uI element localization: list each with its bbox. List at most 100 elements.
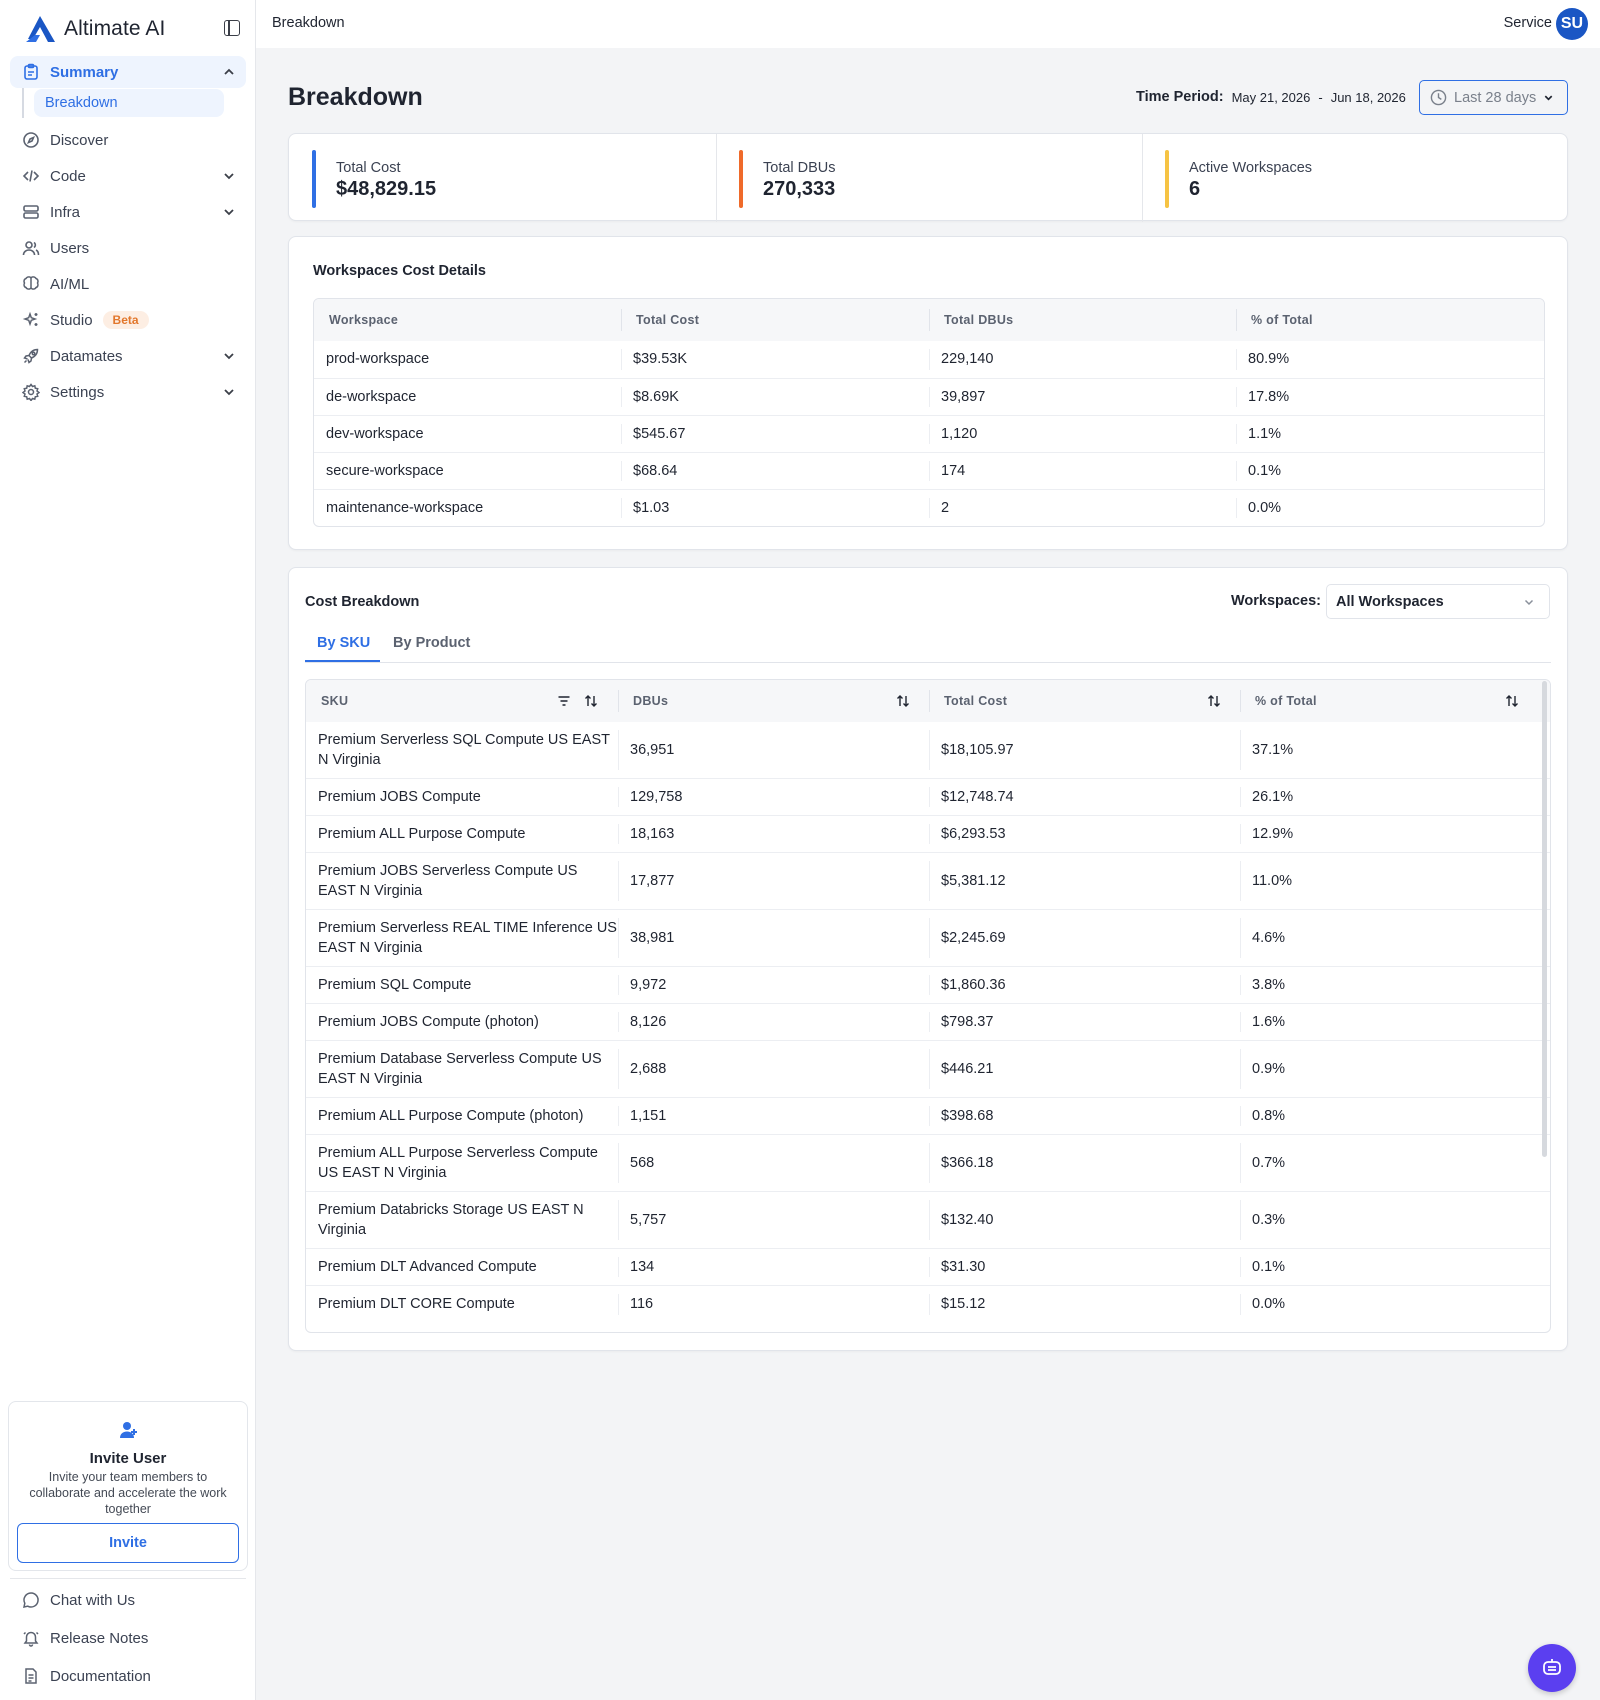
table-header-row: Workspace Total Cost Total DBUs % of Tot… [314, 299, 1544, 341]
table-row[interactable]: Premium Serverless SQL Compute US EAST N… [306, 722, 1550, 779]
sidebar-item-chat[interactable]: Chat with Us [10, 1584, 246, 1616]
sidebar-item-label: Release Notes [50, 1629, 149, 1647]
sku-name-cell: Premium ALL Purpose Compute [306, 815, 618, 853]
kpi-value: 6 [1189, 178, 1201, 200]
total-cost-cell: $2,245.69 [929, 909, 1240, 967]
sort-icon[interactable] [896, 694, 910, 708]
kpi-accent-bar [739, 150, 743, 208]
page-title: Breakdown [288, 83, 423, 111]
sidebar-item-datamates[interactable]: Datamates [10, 340, 246, 372]
table-row[interactable]: Premium JOBS Compute (photon) 8,126 $798.3… [306, 1003, 1550, 1041]
column-header-dbus[interactable]: DBUs [618, 680, 929, 722]
total-cost-cell: $31.30 [929, 1248, 1240, 1286]
workspace-name-cell: secure-workspace [314, 451, 621, 489]
table-scrollbar[interactable] [1542, 681, 1547, 1157]
sku-name-cell: Premium Databricks Storage US EAST N Vir… [306, 1191, 618, 1249]
active-tab-indicator [305, 660, 380, 662]
dbus-cell: 2,688 [618, 1040, 929, 1098]
sku-name-cell: Premium DLT CORE Compute [306, 1285, 618, 1323]
table-row[interactable]: secure-workspace $68.64 174 0.1% [314, 451, 1544, 489]
sidebar-item-infra[interactable]: Infra [10, 196, 246, 228]
percent-cell: 0.0% [1240, 1285, 1550, 1323]
filter-icon[interactable] [557, 694, 571, 708]
sidebar-item-summary[interactable]: Summary [10, 56, 246, 88]
table-row[interactable]: Premium DLT CORE Compute 116 $15.12 0.0% [306, 1285, 1550, 1323]
sidebar-item-discover[interactable]: Discover [10, 124, 246, 156]
table-row[interactable]: Premium DLT Advanced Compute 134 $31.30 0.1… [306, 1248, 1550, 1286]
total-dbus-cell: 1,120 [929, 414, 1236, 452]
sort-icon[interactable] [584, 694, 598, 708]
sidebar-subitem-breakdown[interactable]: Breakdown [34, 89, 224, 117]
table-row[interactable]: Premium JOBS Compute 129,758 $12,748.74 26.… [306, 778, 1550, 816]
table-row[interactable]: de-workspace $8.69K 39,897 17.8% [314, 377, 1544, 415]
sku-name-cell: Premium JOBS Compute [306, 778, 618, 816]
table-row[interactable]: dev-workspace $545.67 1,120 1.1% [314, 414, 1544, 452]
tab-by-product[interactable]: By Product [393, 635, 470, 651]
kpi-divider [716, 134, 717, 222]
column-header-sku[interactable]: SKU [306, 680, 618, 722]
table-row[interactable]: Premium Databricks Storage US EAST N Vir… [306, 1191, 1550, 1249]
gear-icon [22, 383, 40, 401]
sidebar-item-label: Studio [50, 311, 93, 329]
tab-by-sku[interactable]: By SKU [317, 635, 370, 651]
table-row[interactable]: Premium JOBS Serverless Compute US EAST … [306, 852, 1550, 910]
breadcrumb[interactable]: Breakdown [272, 15, 345, 31]
kpi-accent-bar [1165, 150, 1169, 208]
table-row[interactable]: Premium Serverless REAL TIME Inference U… [306, 909, 1550, 967]
table-row[interactable]: prod-workspace $39.53K 229,140 80.9% [314, 341, 1544, 378]
sidebar-item-label: Infra [50, 203, 81, 221]
sku-name-cell: Premium Serverless SQL Compute US EAST N… [318, 732, 610, 768]
sidebar-item-settings[interactable]: Settings [10, 376, 246, 408]
table-row[interactable]: maintenance-workspace $1.03 2 0.0% [314, 488, 1544, 526]
sku-name-cell: Premium Database Serverless Compute US E… [306, 1040, 618, 1098]
sidebar-item-label: Datamates [50, 347, 123, 365]
table-row[interactable]: Premium ALL Purpose Compute 18,163 $6,293.… [306, 815, 1550, 853]
percent-cell: 1.1% [1236, 414, 1544, 452]
dbus-cell: 36,951 [618, 722, 929, 779]
users-icon [22, 239, 40, 257]
sort-icon[interactable] [1207, 694, 1221, 708]
column-header-label: Total Cost [944, 694, 1008, 708]
sku-name-cell: Premium DLT Advanced Compute [306, 1248, 618, 1286]
table-header-row: SKU DBUs Total Cost % of Total [306, 680, 1550, 722]
dbus-cell: 9,972 [618, 966, 929, 1004]
total-cost-cell: $1,860.36 [929, 966, 1240, 1004]
table-row[interactable]: Premium Database Serverless Compute US E… [306, 1040, 1550, 1098]
assistant-chat-button[interactable] [1528, 1644, 1576, 1692]
column-header: Total Cost [621, 299, 929, 341]
sidebar-item-studio[interactable]: Studio Beta [10, 304, 246, 336]
date-range-dropdown[interactable]: Last 28 days [1419, 80, 1568, 115]
sidebar-item-aiml[interactable]: AI/ML [10, 268, 246, 300]
sidebar-item-users[interactable]: Users [10, 232, 246, 264]
table-row[interactable]: Premium ALL Purpose Serverless Compute U… [306, 1134, 1550, 1192]
workspaces-cost-card: Workspaces Cost Details Workspace Total … [288, 236, 1568, 550]
sidebar-item-release-notes[interactable]: Release Notes [10, 1622, 246, 1654]
total-cost-cell: $68.64 [621, 451, 929, 489]
date-start: May 21, 2026 [1231, 89, 1311, 105]
workspaces-filter-select[interactable]: All Workspaces [1326, 584, 1550, 619]
column-header-total-cost[interactable]: Total Cost [929, 680, 1240, 722]
column-header-percent[interactable]: % of Total [1240, 680, 1550, 722]
dbus-cell: 8,126 [618, 1003, 929, 1041]
percent-cell: 0.1% [1240, 1248, 1550, 1286]
percent-cell: 26.1% [1240, 778, 1550, 816]
kpi-value: $48,829.15 [336, 178, 437, 200]
percent-cell: 12.9% [1240, 815, 1550, 853]
chevron-down-icon [1524, 599, 1534, 606]
sidebar-collapse-icon[interactable] [224, 20, 240, 36]
dbus-cell: 116 [618, 1285, 929, 1323]
brain-icon [22, 275, 40, 293]
total-dbus-cell: 39,897 [929, 377, 1236, 415]
invite-button[interactable]: Invite [17, 1523, 239, 1563]
table-row[interactable]: Premium ALL Purpose Compute (photon) 1,15… [306, 1097, 1550, 1135]
avatar[interactable]: SU [1556, 8, 1588, 40]
kpi-divider [1142, 134, 1143, 222]
brand[interactable]: Altimate AI [24, 14, 165, 44]
sidebar-item-code[interactable]: Code [10, 160, 246, 192]
sort-icon[interactable] [1505, 694, 1519, 708]
table-row[interactable]: Premium SQL Compute 9,972 $1,860.36 3.8% [306, 966, 1550, 1004]
top-bar: Breakdown Service SU [256, 0, 1600, 48]
clock-icon [1430, 89, 1447, 106]
total-cost-cell: $798.37 [929, 1003, 1240, 1041]
sidebar-item-documentation[interactable]: Documentation [10, 1660, 246, 1692]
